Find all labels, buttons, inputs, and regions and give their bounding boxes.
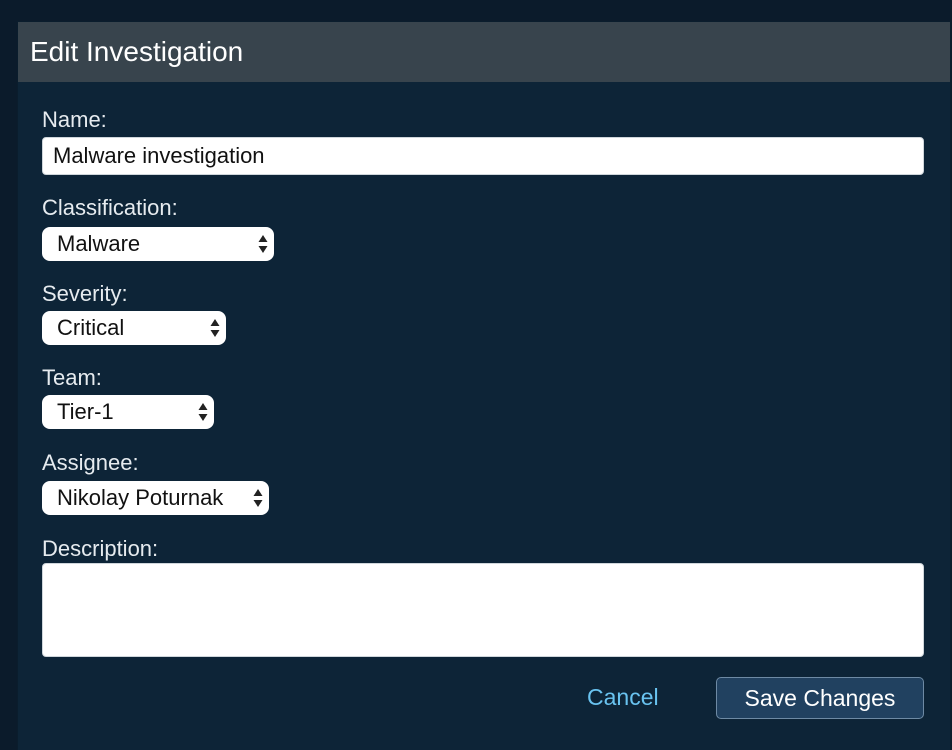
select-arrows-icon [253,489,263,507]
classification-selected-value: Malware [57,231,141,256]
description-textarea[interactable] [42,563,924,657]
team-selected-value: Tier-1 [57,399,114,424]
select-arrows-icon [198,403,208,421]
assignee-selected-value: Nikolay Poturnak [57,485,224,510]
save-changes-label: Save Changes [744,684,896,711]
severity-selected-value: Critical [57,315,125,340]
dialog-header: Edit Investigation [18,22,950,82]
dialog-title: Edit Investigation [30,36,244,67]
name-input[interactable]: Malware investigation [42,137,924,175]
team-select[interactable]: Tier-1 [42,395,214,429]
save-changes-button[interactable]: Save Changes [716,677,924,719]
severity-select[interactable]: Critical [42,311,226,345]
severity-label: Severity: [42,281,128,306]
select-arrows-icon [258,235,268,253]
name-input-value: Malware investigation [53,143,265,168]
assignee-select[interactable]: Nikolay Poturnak [42,481,269,515]
description-label: Description: [42,536,159,561]
cancel-link[interactable]: Cancel [587,684,659,711]
assignee-label: Assignee: [42,450,139,475]
name-label: Name: [42,107,107,132]
select-arrows-icon [210,319,220,337]
edit-investigation-dialog: Edit Investigation Name: Malware investi… [18,22,950,750]
classification-select[interactable]: Malware [42,227,274,261]
classification-label: Classification: [42,195,178,220]
team-label: Team: [42,365,102,390]
